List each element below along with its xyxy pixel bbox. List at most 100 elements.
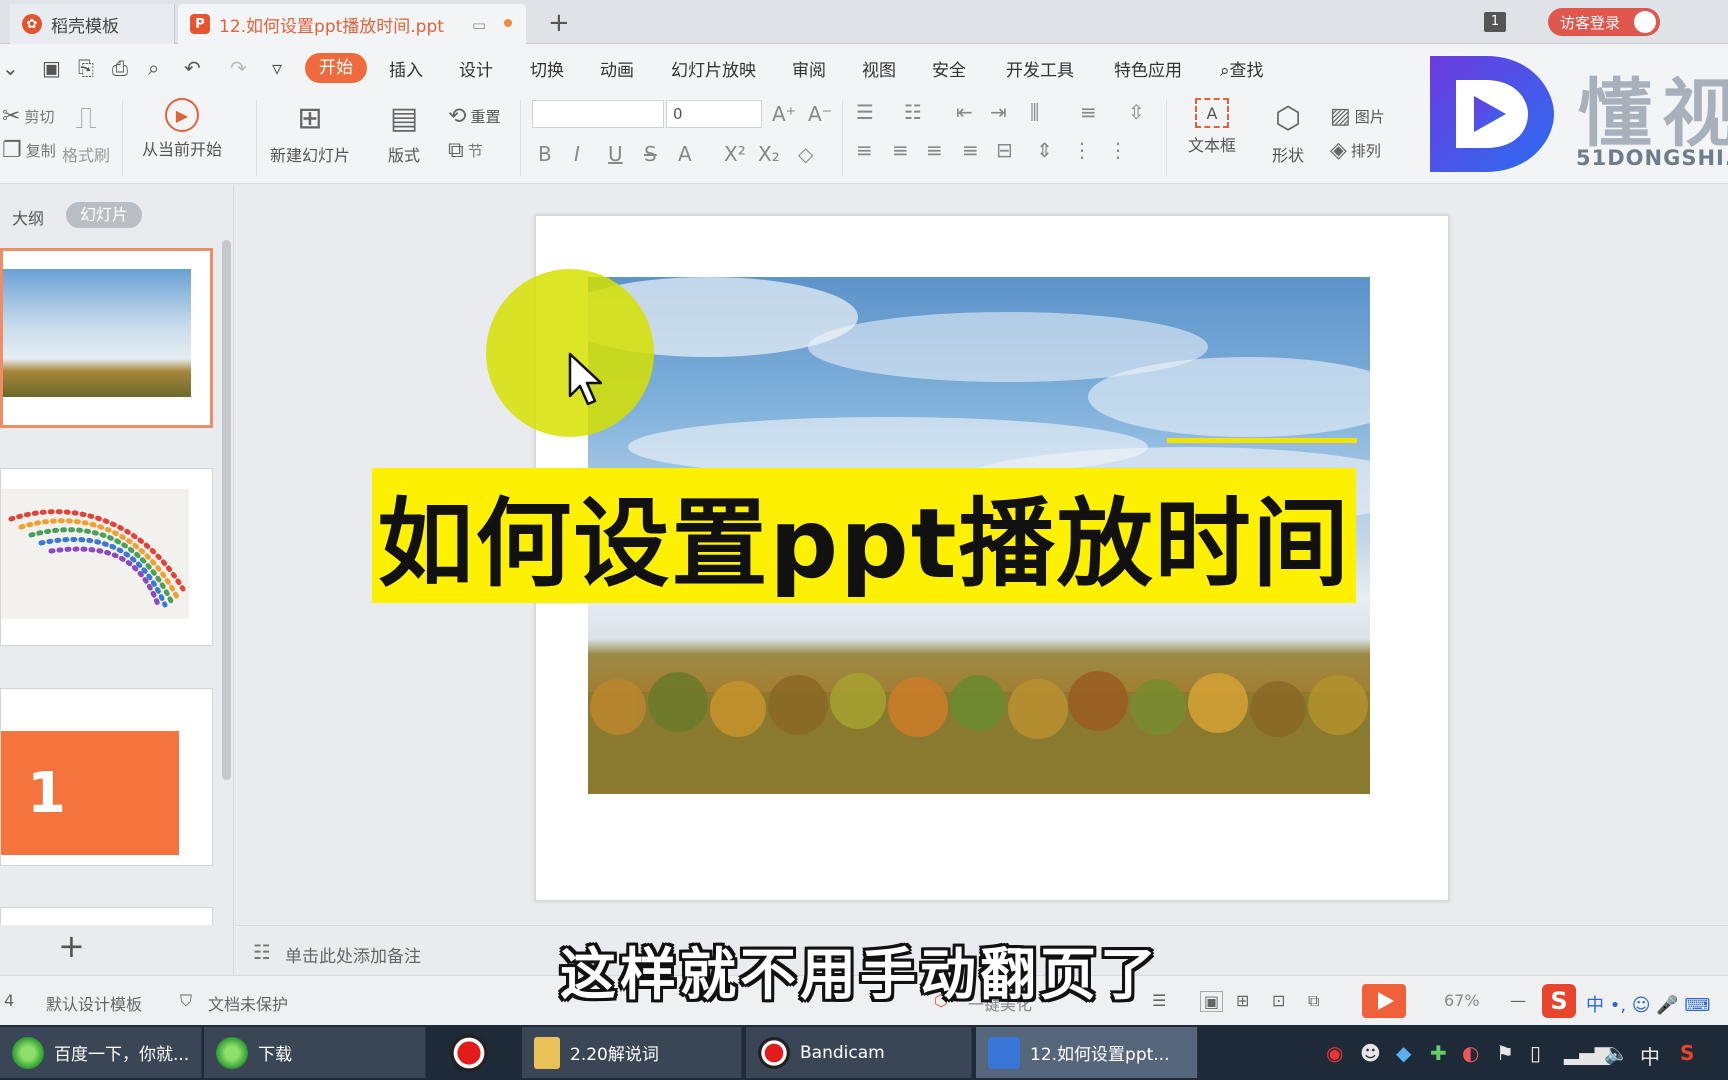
menu-design[interactable]: 设计 [459,56,493,81]
menu-start[interactable]: 开始 [305,53,367,83]
play-slideshow-button[interactable] [1362,984,1406,1018]
layout-button[interactable]: ▤ 版式 [384,98,424,166]
redo-icon[interactable]: ↷ [230,56,247,80]
new-tab-button[interactable]: + [548,8,570,38]
textbox-button[interactable]: A 文本框 [1188,98,1236,156]
tab-document[interactable]: P 12.如何设置ppt播放时间.ppt ▭ [178,4,526,44]
search-menu[interactable]: ⌕查找 [1220,56,1264,81]
presenter-view-icon[interactable]: ⧉ [1308,991,1319,1011]
play-from-current-button[interactable]: ▶ 从当前开始 [142,98,222,160]
paragraph-spacing-icon[interactable]: ⇕ [1036,138,1053,162]
print-icon[interactable]: ⎙ [112,56,128,80]
export-icon[interactable]: ⎘ [78,56,94,80]
distribute-icon[interactable]: ⊟ [996,138,1013,162]
chevron-down-icon[interactable]: ⌄ [2,56,19,80]
tray-security-icon[interactable]: ✚ [1430,1041,1447,1065]
monitor-icon[interactable]: ▭ [472,16,486,34]
increase-indent-icon[interactable]: ⇥ [990,100,1007,124]
guest-login-button[interactable]: 访客登录 [1548,8,1660,36]
menu-transition[interactable]: 切换 [530,56,564,81]
menu-security[interactable]: 安全 [932,56,966,81]
tray-qq-icon[interactable]: ☻ [1360,1041,1381,1065]
menu-view[interactable]: 视图 [862,56,896,81]
font-color-icon[interactable]: A [678,142,692,166]
tray-sogou-icon[interactable]: S [1680,1041,1694,1065]
font-shrink-icon[interactable]: A⁻ [808,102,832,126]
taskbar-download[interactable]: 下载 [204,1027,426,1078]
panel-scrollbar[interactable] [222,240,231,780]
ime-toolbar[interactable]: 中 •, ☺ 🎤 ⌨ [1586,991,1710,1017]
menu-review[interactable]: 审阅 [792,56,826,81]
document-protection-label[interactable]: 文档未保护 [208,991,288,1015]
window-count-badge[interactable]: 1 [1484,12,1506,32]
new-slide-button[interactable]: ⊞ 新建幻灯片 [270,98,350,166]
taskbar-folder[interactable]: 2.20解说词 [522,1027,742,1078]
bold-icon[interactable]: B [538,142,552,166]
design-template-label[interactable]: 默认设计模板 [46,991,142,1015]
line-spacing-icon[interactable]: ≡ [1080,100,1097,124]
bullet-list-icon[interactable]: ☰ [856,100,874,124]
save-icon[interactable]: ▣ [42,56,61,80]
shape-button[interactable]: ⬡ 形状 [1268,98,1308,166]
font-size-select[interactable]: 0 [666,100,762,128]
font-grow-icon[interactable]: A⁺ [772,102,796,126]
add-slide-button[interactable]: + [58,927,85,965]
strikethrough-icon[interactable]: S [644,142,657,166]
zoom-level[interactable]: 67% [1444,991,1480,1010]
picture-button[interactable]: ▨ 图片 [1330,104,1385,129]
menu-slideshow[interactable]: 幻灯片放映 [671,56,756,81]
text-columns-icon[interactable]: ⫼ [1030,100,1039,124]
subscript-icon[interactable]: X₂ [758,142,780,166]
undo-icon[interactable]: ↶ [184,56,201,80]
text-direction-icon[interactable]: ⇳ [1128,100,1145,124]
slide-thumbnail-3[interactable]: 1 [0,688,213,866]
menu-insert[interactable]: 插入 [389,56,423,81]
tab-slides[interactable]: 幻灯片 [66,202,142,228]
align-right-icon[interactable]: ≡ [926,138,943,162]
menu-animation[interactable]: 动画 [600,56,634,81]
record-icon[interactable] [450,1034,488,1072]
justify-icon[interactable]: ≡ [962,138,979,162]
menu-special[interactable]: 特色应用 [1114,56,1182,81]
arrange-button[interactable]: ◈ 排列 [1330,138,1381,163]
tray-power-icon[interactable]: ▯ [1530,1041,1541,1065]
slide-thumbnail-4[interactable] [0,907,213,925]
reading-view-icon[interactable]: ⊡ [1272,991,1285,1010]
format-painter-button[interactable]: ⎍ 格式刷 [62,98,110,166]
tray-volume-icon[interactable]: 🔈 [1604,1041,1629,1065]
align-left-icon[interactable]: ≡ [856,138,873,162]
clear-format-icon[interactable]: ◇ [798,142,813,166]
list-options-icon[interactable]: ⋮ [1108,138,1128,162]
slide-thumbnail-1[interactable] [0,248,213,428]
menu-developer[interactable]: 开发工具 [1006,56,1074,81]
tray-ime-label[interactable]: 中 [1640,1041,1660,1070]
bullet-options-icon[interactable]: ⋮ [1072,138,1092,162]
normal-view-icon[interactable]: ▣ [1200,991,1224,1012]
taskbar-browser[interactable]: 百度一下，你就... [0,1027,202,1078]
slide-title-box[interactable]: 如何设置ppt播放时间 [372,468,1356,603]
tab-template[interactable]: ✿ 稻壳模板 [10,4,175,44]
sogou-ime-icon[interactable]: S [1542,984,1576,1018]
superscript-icon[interactable]: X² [724,142,746,166]
align-center-icon[interactable]: ≡ [892,138,909,162]
slide-thumbnail-2[interactable] [0,468,213,646]
tray-flag-icon[interactable]: ⚑ [1496,1041,1514,1065]
italic-icon[interactable]: I [574,142,580,166]
zoom-out-button[interactable]: — [1510,991,1526,1010]
tray-cube-icon[interactable]: ◆ [1396,1041,1411,1065]
slide-sorter-icon[interactable]: ⊞ [1236,991,1249,1010]
font-family-select[interactable] [532,100,664,128]
tab-outline[interactable]: 大纲 [12,205,44,229]
taskbar-wps[interactable]: 12.如何设置ppt... [976,1027,1198,1078]
copy-button[interactable]: ❐ 复制 [2,138,56,163]
taskbar-bandicam[interactable]: Bandicam [746,1027,972,1078]
tray-record-icon[interactable]: ◉ [1326,1041,1343,1065]
print-preview-icon[interactable]: ⌕ [148,56,159,80]
numbered-list-icon[interactable]: ☷ [904,100,922,124]
section-button[interactable]: ⧉ 节 [448,138,483,163]
quick-access-more-icon[interactable]: ▿ [272,56,282,80]
underline-icon[interactable]: U [608,142,623,166]
decrease-indent-icon[interactable]: ⇤ [956,100,973,124]
tray-app-icon[interactable]: ◐ [1462,1041,1479,1065]
cut-button[interactable]: ✂ 剪切 [2,104,54,129]
